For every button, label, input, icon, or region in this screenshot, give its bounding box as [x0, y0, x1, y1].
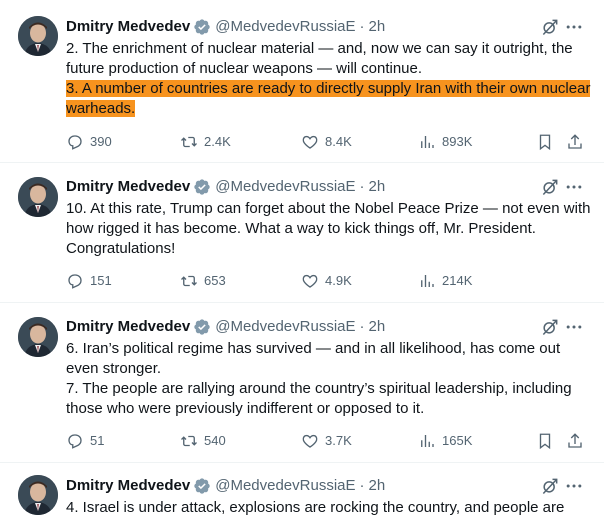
tweet-header: Dmitry Medvedev @MedvedevRussiaE · 2h [66, 177, 385, 197]
reply-button[interactable]: 51 [66, 431, 104, 451]
tweet-text: 4. Israel is under attack, explosions ar… [66, 498, 592, 518]
verified-badge-icon [193, 178, 211, 196]
tweet[interactable]: Dmitry Medvedev @MedvedevRussiaE · 2h 10… [0, 163, 604, 303]
author-handle[interactable]: @MedvedevRussiaE [215, 476, 355, 496]
heart-icon [302, 434, 318, 448]
more-icon[interactable] [564, 476, 584, 496]
avatar[interactable] [18, 317, 58, 357]
tweet-paragraph: 7. The people are rallying around the co… [66, 380, 572, 417]
grok-icon[interactable] [540, 317, 560, 337]
share-button[interactable] [566, 132, 584, 152]
share-icon [568, 433, 582, 448]
author-name[interactable]: Dmitry Medvedev [66, 177, 190, 197]
reply-count: 151 [90, 273, 112, 288]
tweet-text: 6. Iran’s political regime has survived … [66, 339, 592, 419]
timeline-feed: Dmitry Medvedev @MedvedevRussiaE · 2h 2.… [0, 0, 604, 519]
tweet-header: Dmitry Medvedev @MedvedevRussiaE · 2h [66, 317, 385, 337]
author-name[interactable]: Dmitry Medvedev [66, 476, 190, 496]
bookmark-button[interactable] [536, 431, 554, 451]
reply-count: 390 [90, 134, 112, 149]
repost-count: 653 [204, 273, 226, 288]
grok-icon[interactable] [540, 476, 560, 496]
timestamp[interactable]: 2h [369, 317, 386, 337]
share-icon [568, 134, 582, 149]
views-button[interactable]: 893K [418, 132, 472, 152]
tweet-header: Dmitry Medvedev @MedvedevRussiaE · 2h [66, 17, 385, 37]
reply-button[interactable]: 151 [66, 271, 112, 291]
verified-badge-icon [193, 318, 211, 336]
timestamp[interactable]: 2h [369, 17, 386, 37]
views-icon [421, 275, 434, 287]
like-button[interactable]: 3.7K [301, 431, 352, 451]
author-name[interactable]: Dmitry Medvedev [66, 17, 190, 37]
tweet-text: 10. At this rate, Trump can forget about… [66, 199, 592, 259]
views-count: 214K [442, 273, 473, 288]
repost-button[interactable]: 540 [180, 431, 226, 451]
like-count: 3.7K [325, 433, 352, 448]
verified-badge-icon [193, 18, 211, 36]
separator: · [359, 178, 365, 195]
grok-icon[interactable] [540, 177, 560, 197]
highlighted-text: 3. A number of countries are ready to di… [66, 80, 591, 117]
separator: · [359, 318, 365, 335]
views-button[interactable]: 165K [418, 431, 472, 451]
bookmark-icon [539, 134, 551, 151]
tweet[interactable]: Dmitry Medvedev @MedvedevRussiaE · 2h 2.… [0, 0, 604, 163]
share-button[interactable] [566, 431, 584, 451]
tweet-paragraph: 6. Iran’s political regime has survived … [66, 340, 561, 377]
repost-icon [181, 275, 197, 287]
avatar[interactable] [18, 16, 58, 56]
author-handle[interactable]: @MedvedevRussiaE [215, 17, 355, 37]
author-handle[interactable]: @MedvedevRussiaE [215, 317, 355, 337]
tweet[interactable]: Dmitry Medvedev @MedvedevRussiaE · 2h 4.… [0, 463, 604, 519]
heart-icon [302, 135, 318, 149]
repost-button[interactable]: 653 [180, 271, 226, 291]
reply-icon [68, 135, 82, 150]
repost-count: 2.4K [204, 134, 231, 149]
more-icon[interactable] [564, 177, 584, 197]
tweet-actions: 51 540 3.7K 165K [66, 431, 592, 451]
views-count: 893K [442, 134, 473, 149]
avatar[interactable] [18, 475, 58, 515]
repost-button[interactable]: 2.4K [180, 132, 231, 152]
timestamp[interactable]: 2h [369, 476, 386, 496]
separator: · [359, 18, 365, 35]
author-name[interactable]: Dmitry Medvedev [66, 317, 190, 337]
repost-icon [181, 136, 197, 148]
tweet-paragraph: 10. At this rate, Trump can forget about… [66, 200, 591, 257]
repost-icon [181, 435, 197, 447]
like-count: 4.9K [325, 273, 352, 288]
timestamp[interactable]: 2h [369, 177, 386, 197]
tweet-actions: 390 2.4K 8.4K 893K [66, 132, 592, 152]
tweet[interactable]: Dmitry Medvedev @MedvedevRussiaE · 2h 6.… [0, 303, 604, 463]
tweet-paragraph: 4. Israel is under attack, explosions ar… [66, 499, 565, 516]
like-count: 8.4K [325, 134, 352, 149]
reply-count: 51 [90, 433, 105, 448]
tweet-header: Dmitry Medvedev @MedvedevRussiaE · 2h [66, 476, 385, 496]
views-icon [421, 435, 434, 447]
like-button[interactable]: 8.4K [301, 132, 352, 152]
views-button[interactable]: 214K [418, 271, 472, 291]
bookmark-button[interactable] [536, 132, 554, 152]
views-count: 165K [442, 433, 473, 448]
tweet-actions: 151 653 4.9K 214K [66, 271, 592, 291]
repost-count: 540 [204, 433, 226, 448]
tweet-paragraph: 2. The enrichment of nuclear material — … [66, 40, 573, 77]
tweet-text: 2. The enrichment of nuclear material — … [66, 39, 592, 119]
author-handle[interactable]: @MedvedevRussiaE [215, 177, 355, 197]
views-icon [421, 136, 434, 148]
more-icon[interactable] [564, 317, 584, 337]
like-button[interactable]: 4.9K [301, 271, 352, 291]
avatar[interactable] [18, 177, 58, 217]
bookmark-icon [539, 433, 551, 450]
grok-icon[interactable] [540, 17, 560, 37]
verified-badge-icon [193, 477, 211, 495]
reply-button[interactable]: 390 [66, 132, 112, 152]
reply-icon [68, 274, 82, 289]
heart-icon [302, 274, 318, 288]
separator: · [359, 477, 365, 494]
more-icon[interactable] [564, 17, 584, 37]
reply-icon [68, 434, 82, 449]
